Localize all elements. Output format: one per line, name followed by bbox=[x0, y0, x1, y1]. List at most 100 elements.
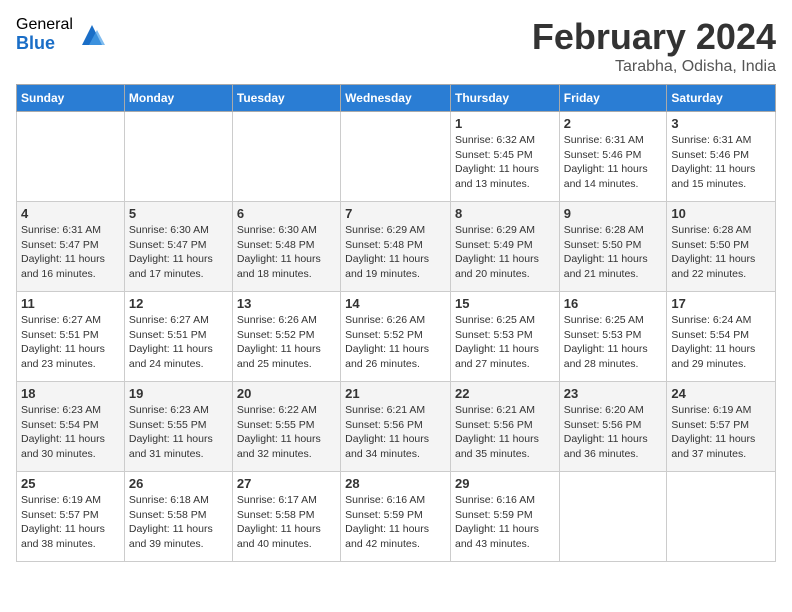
day-number: 2 bbox=[564, 116, 663, 131]
day-number: 23 bbox=[564, 386, 663, 401]
calendar-cell: 6 Sunrise: 6:30 AMSunset: 5:48 PMDaylight… bbox=[232, 202, 340, 292]
calendar-cell: 19 Sunrise: 6:23 AMSunset: 5:55 PMDayligh… bbox=[124, 382, 232, 472]
day-info: Sunrise: 6:25 AMSunset: 5:53 PMDaylight:… bbox=[455, 313, 555, 372]
day-number: 6 bbox=[237, 206, 336, 221]
calendar-table: SundayMondayTuesdayWednesdayThursdayFrid… bbox=[16, 84, 776, 562]
day-number: 26 bbox=[129, 476, 228, 491]
day-header-saturday: Saturday bbox=[667, 85, 776, 112]
calendar-cell: 23 Sunrise: 6:20 AMSunset: 5:56 PMDayligh… bbox=[559, 382, 667, 472]
header: General Blue February 2024 Tarabha, Odis… bbox=[16, 16, 776, 76]
day-info: Sunrise: 6:30 AMSunset: 5:47 PMDaylight:… bbox=[129, 223, 228, 282]
day-info: Sunrise: 6:31 AMSunset: 5:47 PMDaylight:… bbox=[21, 223, 120, 282]
day-header-sunday: Sunday bbox=[17, 85, 125, 112]
calendar-cell: 21 Sunrise: 6:21 AMSunset: 5:56 PMDayligh… bbox=[341, 382, 451, 472]
day-number: 8 bbox=[455, 206, 555, 221]
day-info: Sunrise: 6:17 AMSunset: 5:58 PMDaylight:… bbox=[237, 493, 336, 552]
calendar-cell bbox=[17, 112, 125, 202]
day-info: Sunrise: 6:29 AMSunset: 5:49 PMDaylight:… bbox=[455, 223, 555, 282]
day-info: Sunrise: 6:21 AMSunset: 5:56 PMDaylight:… bbox=[455, 403, 555, 462]
day-header-tuesday: Tuesday bbox=[232, 85, 340, 112]
logo-icon bbox=[77, 20, 107, 50]
day-header-friday: Friday bbox=[559, 85, 667, 112]
day-number: 12 bbox=[129, 296, 228, 311]
calendar-cell: 2 Sunrise: 6:31 AMSunset: 5:46 PMDaylight… bbox=[559, 112, 667, 202]
day-info: Sunrise: 6:24 AMSunset: 5:54 PMDaylight:… bbox=[671, 313, 771, 372]
day-info: Sunrise: 6:21 AMSunset: 5:56 PMDaylight:… bbox=[345, 403, 446, 462]
logo-general: General bbox=[16, 16, 73, 34]
calendar-cell: 27 Sunrise: 6:17 AMSunset: 5:58 PMDayligh… bbox=[232, 472, 340, 562]
day-number: 15 bbox=[455, 296, 555, 311]
day-info: Sunrise: 6:19 AMSunset: 5:57 PMDaylight:… bbox=[671, 403, 771, 462]
day-number: 24 bbox=[671, 386, 771, 401]
day-info: Sunrise: 6:27 AMSunset: 5:51 PMDaylight:… bbox=[21, 313, 120, 372]
day-header-monday: Monday bbox=[124, 85, 232, 112]
day-number: 21 bbox=[345, 386, 446, 401]
day-number: 27 bbox=[237, 476, 336, 491]
day-info: Sunrise: 6:28 AMSunset: 5:50 PMDaylight:… bbox=[671, 223, 771, 282]
calendar-cell bbox=[124, 112, 232, 202]
calendar-cell: 28 Sunrise: 6:16 AMSunset: 5:59 PMDayligh… bbox=[341, 472, 451, 562]
day-info: Sunrise: 6:30 AMSunset: 5:48 PMDaylight:… bbox=[237, 223, 336, 282]
calendar-week-row: 11 Sunrise: 6:27 AMSunset: 5:51 PMDayligh… bbox=[17, 292, 776, 382]
day-number: 10 bbox=[671, 206, 771, 221]
day-number: 16 bbox=[564, 296, 663, 311]
calendar-cell: 7Sunrise: 6:29 AMSunset: 5:48 PMDaylight… bbox=[341, 202, 451, 292]
calendar-cell bbox=[559, 472, 667, 562]
day-number: 18 bbox=[21, 386, 120, 401]
day-info: Sunrise: 6:22 AMSunset: 5:55 PMDaylight:… bbox=[237, 403, 336, 462]
calendar-cell: 9 Sunrise: 6:28 AMSunset: 5:50 PMDaylight… bbox=[559, 202, 667, 292]
day-header-thursday: Thursday bbox=[450, 85, 559, 112]
logo-text: General Blue bbox=[16, 16, 73, 53]
calendar-cell bbox=[341, 112, 451, 202]
day-number: 4 bbox=[21, 206, 120, 221]
logo: General Blue bbox=[16, 16, 107, 53]
day-info: Sunrise: 6:23 AMSunset: 5:55 PMDaylight:… bbox=[129, 403, 228, 462]
day-number: 3 bbox=[671, 116, 771, 131]
calendar-cell: 14 Sunrise: 6:26 AMSunset: 5:52 PMDayligh… bbox=[341, 292, 451, 382]
calendar-cell: 22 Sunrise: 6:21 AMSunset: 5:56 PMDayligh… bbox=[450, 382, 559, 472]
day-info: Sunrise: 6:19 AMSunset: 5:57 PMDaylight:… bbox=[21, 493, 120, 552]
day-info: Sunrise: 6:26 AMSunset: 5:52 PMDaylight:… bbox=[345, 313, 446, 372]
calendar-cell: 17 Sunrise: 6:24 AMSunset: 5:54 PMDayligh… bbox=[667, 292, 776, 382]
calendar-cell: 5Sunrise: 6:30 AMSunset: 5:47 PMDaylight… bbox=[124, 202, 232, 292]
calendar-cell: 16Sunrise: 6:25 AMSunset: 5:53 PMDayligh… bbox=[559, 292, 667, 382]
day-number: 13 bbox=[237, 296, 336, 311]
day-number: 25 bbox=[21, 476, 120, 491]
day-info: Sunrise: 6:16 AMSunset: 5:59 PMDaylight:… bbox=[455, 493, 555, 552]
day-number: 14 bbox=[345, 296, 446, 311]
day-number: 28 bbox=[345, 476, 446, 491]
day-info: Sunrise: 6:20 AMSunset: 5:56 PMDaylight:… bbox=[564, 403, 663, 462]
day-info: Sunrise: 6:16 AMSunset: 5:59 PMDaylight:… bbox=[345, 493, 446, 552]
calendar-title: February 2024 bbox=[532, 16, 776, 58]
day-number: 29 bbox=[455, 476, 555, 491]
day-number: 9 bbox=[564, 206, 663, 221]
calendar-cell: 1Sunrise: 6:32 AMSunset: 5:45 PMDaylight… bbox=[450, 112, 559, 202]
day-number: 19 bbox=[129, 386, 228, 401]
day-info: Sunrise: 6:31 AMSunset: 5:46 PMDaylight:… bbox=[564, 133, 663, 192]
calendar-cell: 8 Sunrise: 6:29 AMSunset: 5:49 PMDaylight… bbox=[450, 202, 559, 292]
day-info: Sunrise: 6:23 AMSunset: 5:54 PMDaylight:… bbox=[21, 403, 120, 462]
calendar-cell: 24 Sunrise: 6:19 AMSunset: 5:57 PMDayligh… bbox=[667, 382, 776, 472]
day-number: 11 bbox=[21, 296, 120, 311]
day-header-wednesday: Wednesday bbox=[341, 85, 451, 112]
day-info: Sunrise: 6:27 AMSunset: 5:51 PMDaylight:… bbox=[129, 313, 228, 372]
calendar-cell: 12 Sunrise: 6:27 AMSunset: 5:51 PMDayligh… bbox=[124, 292, 232, 382]
calendar-cell bbox=[232, 112, 340, 202]
calendar-cell: 20 Sunrise: 6:22 AMSunset: 5:55 PMDayligh… bbox=[232, 382, 340, 472]
calendar-cell: 11 Sunrise: 6:27 AMSunset: 5:51 PMDayligh… bbox=[17, 292, 125, 382]
day-number: 1 bbox=[455, 116, 555, 131]
title-section: February 2024 Tarabha, Odisha, India bbox=[532, 16, 776, 76]
calendar-subtitle: Tarabha, Odisha, India bbox=[532, 58, 776, 76]
calendar-cell: 3Sunrise: 6:31 AMSunset: 5:46 PMDaylight… bbox=[667, 112, 776, 202]
calendar-cell: 25 Sunrise: 6:19 AMSunset: 5:57 PMDayligh… bbox=[17, 472, 125, 562]
day-info: Sunrise: 6:29 AMSunset: 5:48 PMDaylight:… bbox=[345, 223, 446, 282]
calendar-cell: 29 Sunrise: 6:16 AMSunset: 5:59 PMDayligh… bbox=[450, 472, 559, 562]
calendar-cell: 26Sunrise: 6:18 AMSunset: 5:58 PMDayligh… bbox=[124, 472, 232, 562]
day-number: 17 bbox=[671, 296, 771, 311]
calendar-week-row: 18 Sunrise: 6:23 AMSunset: 5:54 PMDayligh… bbox=[17, 382, 776, 472]
day-number: 20 bbox=[237, 386, 336, 401]
calendar-week-row: 25 Sunrise: 6:19 AMSunset: 5:57 PMDayligh… bbox=[17, 472, 776, 562]
day-info: Sunrise: 6:28 AMSunset: 5:50 PMDaylight:… bbox=[564, 223, 663, 282]
day-number: 22 bbox=[455, 386, 555, 401]
calendar-cell: 4 Sunrise: 6:31 AMSunset: 5:47 PMDaylight… bbox=[17, 202, 125, 292]
